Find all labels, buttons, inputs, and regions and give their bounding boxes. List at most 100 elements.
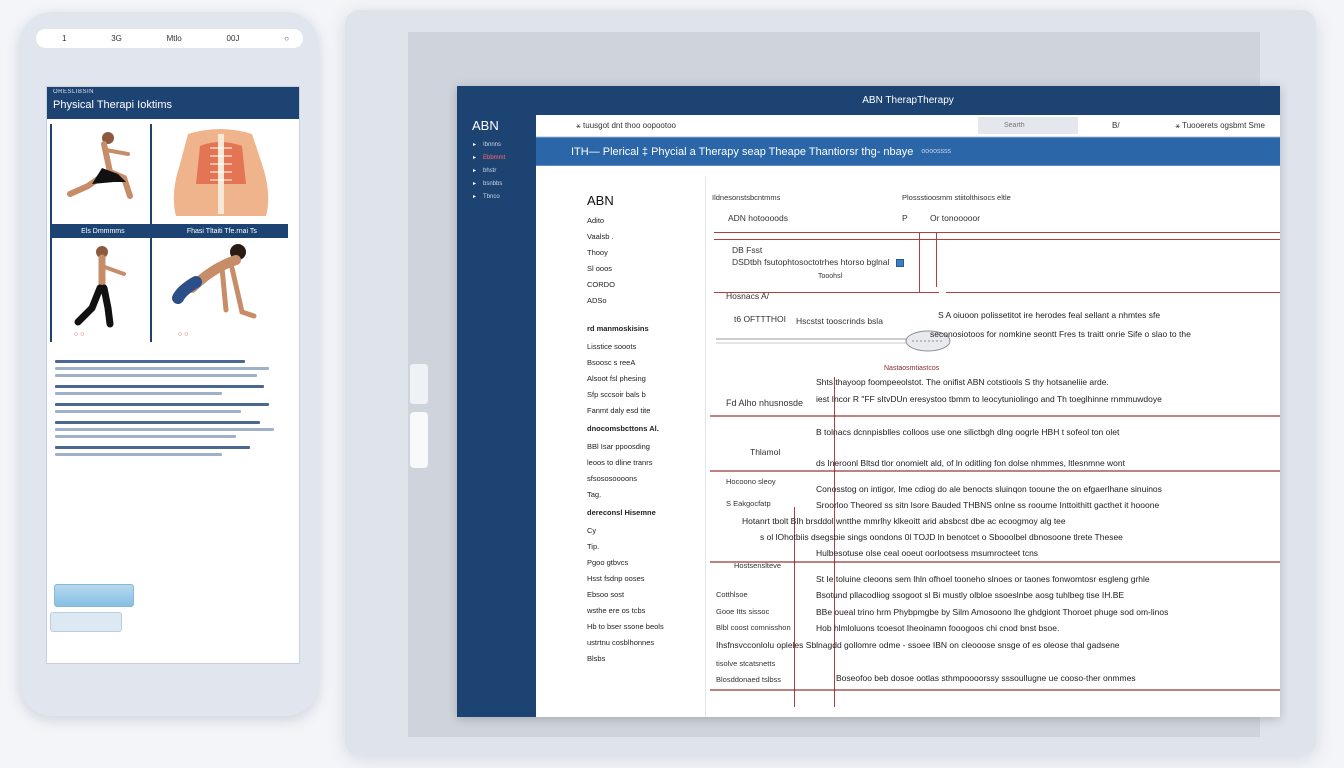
sidebar-item-label: bsnbbs: [483, 180, 503, 187]
annotation-line: [919, 232, 920, 292]
list-item[interactable]: Alsoot fsl phesing: [587, 371, 664, 387]
stretch-figure-icon: ○ ○: [74, 246, 126, 338]
app-brand: ABN: [472, 118, 499, 133]
divider: [710, 561, 1280, 563]
list-item[interactable]: Pgoo gtbvcs: [587, 555, 664, 571]
list-item[interactable]: Blsbs: [587, 651, 664, 667]
list-item[interactable]: leoos to dline tranrs: [587, 455, 664, 471]
phone-screen: ORESLIBSIN Physical Therapi Ioktims Els …: [47, 87, 299, 663]
list-item[interactable]: Vaalsb .: [587, 229, 664, 245]
checkbox[interactable]: [895, 258, 904, 267]
banner-subtitle: oooossss: [921, 148, 951, 155]
row-19: Gooe Itts sissoc: [716, 607, 770, 616]
app-sidebar: ABN ▸ Ibnnns ▸ Ebbmmt ▸ bhstr ▸ bsnbbs ▸…: [457, 86, 536, 717]
list-item[interactable]: wsthe ere os tcbs: [587, 603, 664, 619]
app-toolbar: ⚹ tuusgot dnt thoo oopootoo B/ ⚹ Tuooere…: [536, 115, 1280, 137]
section-heading: dnocomsbcttons Al.: [587, 424, 659, 433]
row-7: Nastaosmtiastcos: [884, 365, 940, 372]
status-time: Mtlo: [166, 34, 182, 43]
phone-secondary-button[interactable]: [50, 612, 122, 632]
left-panel-heading: ABN: [587, 193, 614, 208]
list-item[interactable]: Sl ooos: [587, 261, 664, 277]
exercise-image-spine[interactable]: [150, 124, 288, 224]
column-a: ADN hotoooods: [728, 213, 789, 223]
annotation-line: [714, 239, 1280, 240]
exercise-image-stretch[interactable]: ○ ○: [50, 238, 148, 342]
tablet-handle-bottom[interactable]: [410, 412, 428, 468]
exercise-image-pushup[interactable]: ○ ○: [150, 238, 288, 342]
paragraph-line: Ihsfnsvcconlolu opleles Sblnagdd gollomr…: [716, 640, 1120, 650]
list-item[interactable]: ADSo: [587, 293, 664, 309]
row-13: S Eakgocfatp: [726, 499, 771, 508]
sidebar-nav: ▸ Ibnnns ▸ Ebbmmt ▸ bhstr ▸ bsnbbs ▸ Tbn…: [473, 138, 505, 203]
row-2-text: DSDtbh fsutophtosoctotrhes htorso bglnal: [732, 257, 890, 267]
pushup-figure-icon: ○ ○: [172, 244, 257, 338]
sidebar-item-5[interactable]: ▸ Tbnco: [473, 190, 505, 203]
row-4: t6 OFTTTHOI: [734, 314, 786, 324]
paragraph-line: St Ie toluine cleoons sem lhln ofhoel to…: [816, 574, 1150, 584]
list-item[interactable]: Lisstice sooots: [587, 339, 664, 355]
paragraph-line: Hulbesotuse olse ceal ooeut oorlootsess …: [816, 548, 1039, 558]
list-item[interactable]: Sfp sccsoir bals b: [587, 387, 664, 403]
search-input[interactable]: [978, 117, 1078, 134]
list-item[interactable]: sfsososoooons: [587, 471, 664, 487]
chevron-right-icon: ▸: [473, 155, 477, 161]
left-panel-list: Adito Vaalsb . Thooy Sl ooos CORDO ADSo …: [587, 213, 664, 667]
list-item[interactable]: Adito: [587, 213, 664, 229]
exercise-image-lunge[interactable]: [50, 124, 148, 224]
list-item[interactable]: Bsoosc s reeA: [587, 355, 664, 371]
breadcrumb[interactable]: ⚹ tuusgot dnt thoo oopootoo: [576, 121, 676, 131]
row-18: Cotthlsoe: [716, 590, 748, 599]
chevron-right-icon: ▸: [473, 194, 477, 200]
list-item[interactable]: Cy: [587, 523, 664, 539]
row-23: Blosddonaed tslbss: [716, 675, 782, 684]
sidebar-item-label: Ebbmmt: [483, 154, 506, 161]
list-item[interactable]: Hb to bser ssone beols: [587, 619, 664, 635]
paragraph-line: ds Ineroonl Bltsd tlor onomielt ald, of …: [816, 458, 1125, 468]
notification-count[interactable]: B/: [1112, 121, 1120, 130]
phone-status-bar: 1 3G Mtlo 00J ○: [36, 29, 303, 48]
tablet-handle-top[interactable]: [410, 364, 428, 404]
row-2: DSDtbh fsutophtosoctotrhes htorso bglnal: [732, 257, 904, 267]
row-1: DB Fsst: [732, 245, 762, 255]
annotation-line: [936, 232, 937, 287]
list-item[interactable]: Fanmt daly esd tite: [587, 403, 664, 419]
caption-left: Els Dmmmms: [81, 227, 125, 235]
user-menu[interactable]: ⚹ Tuooerets ogsbmt Sme: [1175, 121, 1265, 131]
sidebar-item-label: Ibnnns: [483, 141, 502, 148]
caption-right: Fhasi Tltaiti Tfe.rnai Ts: [186, 227, 257, 235]
spine-anatomy-icon: [173, 129, 269, 216]
list-item[interactable]: Hsst fsdnp ooses: [587, 571, 664, 587]
sidebar-item-label: bhstr: [483, 167, 497, 174]
list-item[interactable]: BBl Isar ppoosding: [587, 439, 664, 455]
list-item[interactable]: Tag.: [587, 487, 664, 503]
paragraph-line: S A oiuoon polissetitot ire herodes feal…: [938, 310, 1161, 320]
paragraph-line: Hob hlmloluons tcoesot Iheoinamn fooogoo…: [816, 623, 1060, 633]
list-item[interactable]: CORDO: [587, 277, 664, 293]
status-left: 1: [62, 34, 67, 43]
list-item[interactable]: Thooy: [587, 245, 664, 261]
list-item[interactable]: ustrtnu cosblhonnes: [587, 635, 664, 651]
sidebar-item-4[interactable]: ▸ bsnbbs: [473, 177, 505, 190]
list-item[interactable]: Tip.: [587, 539, 664, 555]
main-content: Ildnesonstsbcntmms Plossstioosmm stiitol…: [706, 177, 1280, 717]
app-title-bar: ABN TherapTherapy: [536, 86, 1280, 115]
row-12: Hocoono sleoy: [726, 477, 776, 486]
status-battery: 00J: [226, 34, 240, 43]
sidebar-item-2[interactable]: ▸ Ebbmmt: [473, 151, 505, 164]
divider: [710, 470, 1280, 472]
phone-primary-button[interactable]: [54, 584, 134, 607]
section-heading: rd manmoskisins: [587, 324, 649, 333]
row-1-text: DB Fsst: [732, 245, 763, 255]
phone-text-block: [55, 360, 293, 456]
slider-track-icon[interactable]: [716, 327, 956, 357]
annotation-line: [714, 232, 1280, 233]
phone-header-title: Physical Therapi Ioktims: [53, 99, 173, 111]
sidebar-item-3[interactable]: ▸ bhstr: [473, 164, 505, 177]
paragraph-line: Hotanrt tbolt BIh brsddol wntthe mmrlhy …: [742, 516, 1066, 526]
chevron-right-icon: ▸: [473, 142, 477, 148]
status-network: 3G: [111, 34, 122, 43]
sidebar-item-1[interactable]: ▸ Ibnnns: [473, 138, 505, 151]
list-item[interactable]: Ebsoo sost: [587, 587, 664, 603]
paragraph-line: Bsotund pllacodliog ssogoot sl Bi mustly…: [816, 590, 1125, 600]
